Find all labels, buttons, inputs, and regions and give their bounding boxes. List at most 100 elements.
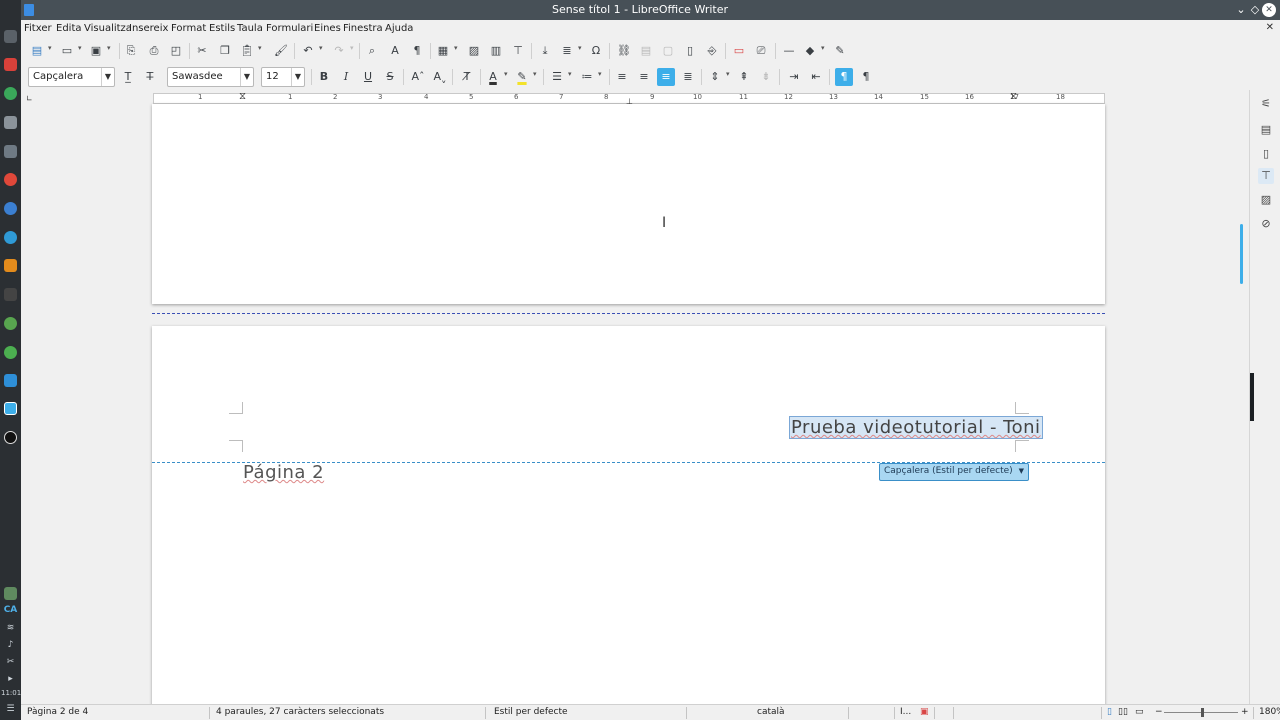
superscript-icon[interactable]: Aˆ [409, 68, 427, 86]
vlc-launcher-icon[interactable] [4, 259, 17, 272]
formatting-marks-icon[interactable]: ¶ [408, 42, 426, 60]
sidebar-page-icon[interactable]: ▯ [1258, 146, 1274, 162]
vertical-scrollbar[interactable] [1236, 104, 1246, 704]
menu-help[interactable]: Ajuda [385, 23, 413, 34]
track-changes-icon[interactable]: ⎚ [752, 42, 770, 60]
body-paragraph-text[interactable]: Página 2 [243, 462, 324, 483]
subscript-icon[interactable]: Aˬ [431, 68, 449, 86]
strikethrough-icon[interactable]: S [381, 68, 399, 86]
insert-footnote-icon[interactable]: ▤ [637, 42, 655, 60]
close-document-icon[interactable]: ✕ [1266, 22, 1274, 33]
tab-stop-selector[interactable]: ∟ [26, 94, 33, 103]
menu-form[interactable]: Formulari [266, 23, 313, 34]
align-left-icon[interactable]: ≡ [613, 68, 631, 86]
sidebar-properties-icon[interactable]: ▤ [1258, 122, 1274, 138]
kindle-launcher-icon[interactable] [4, 288, 17, 301]
unordered-list-icon[interactable]: ☰ [548, 68, 566, 86]
app-launcher-icon[interactable] [4, 87, 17, 100]
sidebar-navigator-icon[interactable]: ⊘ [1258, 216, 1274, 232]
insert-mode-status[interactable]: I... [900, 707, 911, 717]
sidebar-gallery-icon[interactable]: ▨ [1258, 192, 1274, 208]
document-workspace[interactable]: I Prueba videotutorial - Toni Capçalera … [21, 104, 1249, 716]
insert-hyperlink-icon[interactable]: ⛓︎ [615, 42, 633, 60]
obs-launcher-icon[interactable] [4, 431, 17, 444]
spiral-launcher-icon[interactable] [4, 317, 17, 330]
media-launcher-icon[interactable] [4, 58, 17, 71]
multi-page-view-icon[interactable]: ▯▯ [1118, 707, 1128, 717]
tools-launcher-icon[interactable] [4, 145, 17, 158]
keep-above-button[interactable]: ◇ [1247, 2, 1263, 18]
save-icon[interactable]: ▣ [87, 42, 105, 60]
terminal-launcher-icon[interactable] [4, 30, 17, 43]
language-status[interactable]: català [757, 707, 785, 717]
new-dropdown-icon[interactable]: ▾ [48, 44, 52, 52]
word-count-status[interactable]: 4 paraules, 27 caràcters seleccionats [216, 707, 384, 717]
font-size-combo[interactable]: 12 ▼ [261, 67, 305, 87]
menu-tools[interactable]: Eines [314, 23, 341, 34]
insert-bookmark-icon[interactable]: ▯ [681, 42, 699, 60]
draw-functions-icon[interactable]: ✎ [831, 42, 849, 60]
print-icon[interactable]: ⎙ [145, 42, 163, 60]
insert-cross-reference-icon[interactable]: ⎆ [703, 42, 721, 60]
paste-dropdown-icon[interactable]: ▾ [258, 44, 262, 52]
table-dropdown-icon[interactable]: ▾ [454, 44, 458, 52]
zoom-in-button[interactable]: + [1241, 707, 1249, 717]
new-document-icon[interactable]: ▤ [28, 42, 46, 60]
menu-styles[interactable]: Estils [209, 23, 235, 34]
left-to-right-icon[interactable]: ¶ [835, 68, 853, 86]
sidebar-settings-icon[interactable]: ⚟ [1258, 96, 1274, 112]
wifi-icon[interactable]: ≋ [1, 623, 20, 633]
underline-icon[interactable]: U [359, 68, 377, 86]
undo-dropdown-icon[interactable]: ▾ [319, 44, 323, 52]
chevron-down-icon[interactable]: ▼ [240, 68, 253, 86]
justify-icon[interactable]: ≣ [679, 68, 697, 86]
font-color-icon[interactable]: A [484, 68, 502, 86]
highlight-dropdown-icon[interactable]: ▾ [533, 70, 537, 78]
insert-line-icon[interactable]: — [780, 42, 798, 60]
align-center-icon[interactable]: ≡ [635, 68, 653, 86]
skype-launcher-icon[interactable] [4, 231, 17, 244]
close-window-button[interactable]: ✕ [1262, 3, 1276, 17]
save-dropdown-icon[interactable]: ▾ [107, 44, 111, 52]
page-1[interactable] [152, 104, 1105, 304]
find-replace-icon[interactable]: ⌕ [363, 42, 381, 60]
line-spacing-dropdown-icon[interactable]: ▾ [726, 70, 730, 78]
sidebar-styles-icon[interactable]: ⊤ [1258, 168, 1274, 184]
increase-paragraph-spacing-icon[interactable]: ⇞ [735, 68, 753, 86]
plane-launcher-icon[interactable] [4, 116, 17, 129]
shapes-dropdown-icon[interactable]: ▾ [821, 44, 825, 52]
menu-edit[interactable]: Edita [56, 23, 82, 34]
single-page-view-icon[interactable]: ▯ [1107, 707, 1112, 717]
insert-page-break-icon[interactable]: ⤓ [536, 42, 554, 60]
update-style-icon[interactable]: T̲ [119, 68, 137, 86]
insert-field-icon[interactable]: ≣ [558, 42, 576, 60]
volume-icon[interactable]: ♪ [1, 640, 20, 650]
redo-dropdown-icon[interactable]: ▾ [350, 44, 354, 52]
open-dropdown-icon[interactable]: ▾ [78, 44, 82, 52]
header-style-tag[interactable]: Capçalera (Estil per defecte) ▼ [879, 463, 1030, 481]
menu-view[interactable]: Visualitza [84, 23, 132, 34]
font-name-combo[interactable]: Sawasdee ▼ [167, 67, 254, 87]
redo-icon[interactable]: ↷ [330, 42, 348, 60]
insert-chart-icon[interactable]: ▥ [487, 42, 505, 60]
paragraph-style-combo[interactable]: Capçalera ▼ [28, 67, 115, 87]
horizontal-ruler[interactable]: 1 1 2 3 4 5 6 7 8 9 10 11 12 13 14 15 16… [153, 91, 1105, 106]
file-manager-launcher-icon[interactable] [4, 374, 17, 387]
line-spacing-icon[interactable]: ⇕ [706, 68, 724, 86]
chevron-down-icon[interactable]: ▼ [101, 68, 114, 86]
writer-launcher-icon[interactable] [4, 402, 17, 415]
header-selected-text[interactable]: Prueba videotutorial - Toni [789, 416, 1043, 439]
bold-icon[interactable]: B [315, 68, 333, 86]
menu-file[interactable]: Fitxer [24, 23, 52, 34]
insert-endnote-icon[interactable]: ▢ [659, 42, 677, 60]
clear-formatting-icon[interactable]: T̸ [458, 68, 476, 86]
decrease-indent-icon[interactable]: ⇤ [807, 68, 825, 86]
menu-table[interactable]: Taula [237, 23, 263, 34]
keyboard-layout-indicator[interactable]: CA [1, 605, 20, 615]
scrollbar-thumb[interactable] [1240, 224, 1243, 284]
page-2[interactable]: Prueba videotutorial - Toni Capçalera (E… [152, 326, 1105, 716]
zoom-out-button[interactable]: − [1155, 707, 1163, 717]
network-tray-icon[interactable] [4, 587, 17, 600]
ordered-list-dropdown-icon[interactable]: ▾ [598, 70, 602, 78]
app-green-launcher-icon[interactable] [4, 346, 17, 359]
